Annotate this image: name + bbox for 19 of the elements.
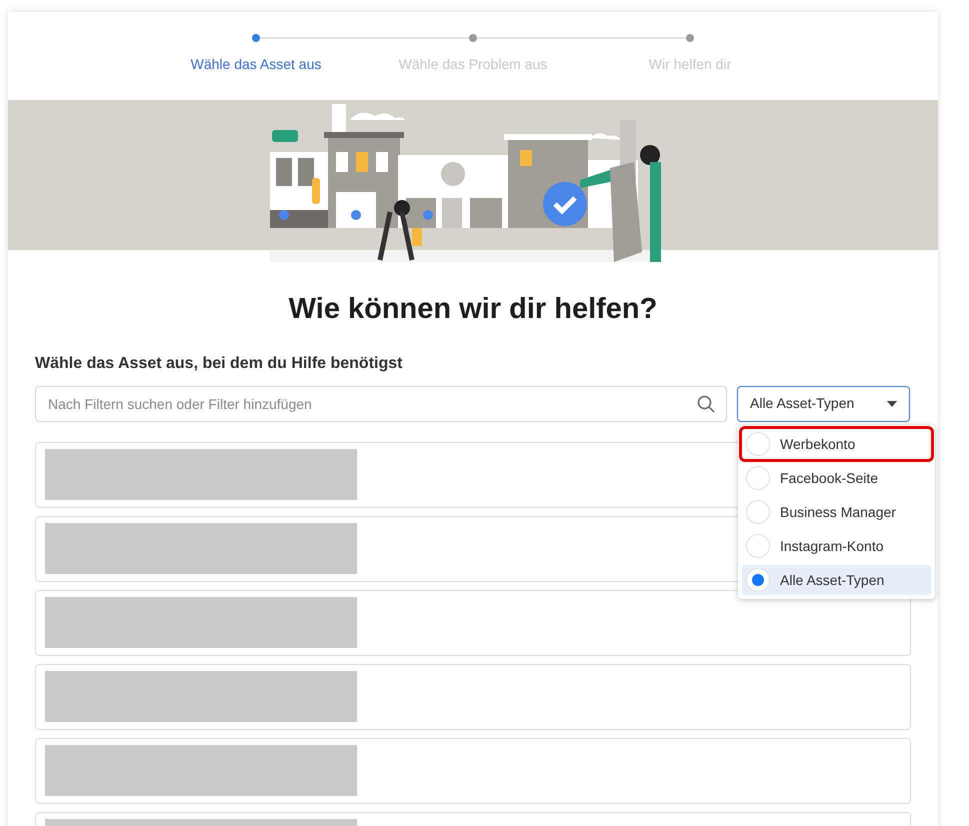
step-label: Wähle das Asset aus xyxy=(190,55,322,74)
radio-button[interactable] xyxy=(746,466,770,490)
dropdown-option[interactable]: Instagram-Konto xyxy=(742,531,931,561)
dropdown-option[interactable]: Facebook-Seite xyxy=(742,463,931,493)
radio-button[interactable] xyxy=(746,534,770,558)
dropdown-option[interactable]: Business Manager xyxy=(742,497,931,527)
search-field[interactable]: Nach Filtern suchen oder Filter hinzufügen xyxy=(35,386,727,422)
radio-button[interactable] xyxy=(746,568,770,592)
asset-row[interactable] xyxy=(35,664,911,730)
search-icon xyxy=(697,394,715,412)
asset-row[interactable] xyxy=(35,738,911,804)
radio-button[interactable] xyxy=(746,432,770,456)
dropdown-option[interactable]: Alle Asset-Typen xyxy=(742,565,931,595)
section-label: Wähle das Asset aus, bei dem du Hilfe benötigst xyxy=(35,354,404,374)
radio-button[interactable] xyxy=(746,500,770,524)
page-heading: Wie können wir dir helfen? xyxy=(288,292,658,327)
dropdown-option[interactable]: Werbekonto xyxy=(742,429,931,459)
asset-type-dropdown[interactable]: Alle Asset-Typen xyxy=(737,386,910,422)
caret-icon xyxy=(887,400,897,406)
